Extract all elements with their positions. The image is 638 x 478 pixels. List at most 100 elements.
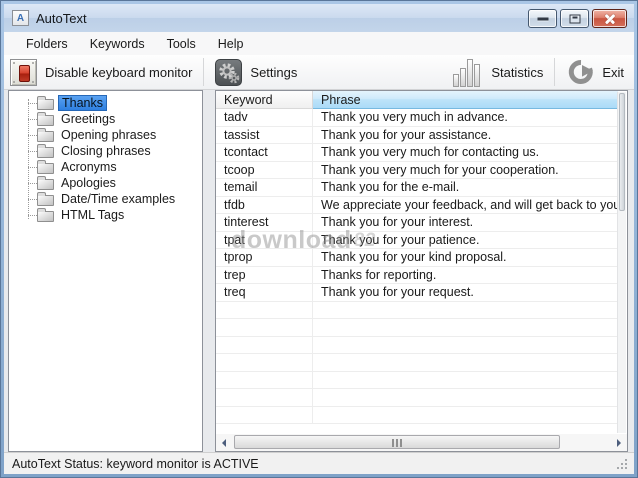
- keyword-cell: [216, 319, 313, 336]
- table-row-empty: [216, 336, 618, 354]
- folder-icon: [37, 95, 54, 110]
- sidebar-folder-item[interactable]: Greetings: [9, 111, 202, 127]
- toolbar-separator: [203, 58, 205, 86]
- app-icon: A: [12, 10, 29, 26]
- vertical-scrollbar[interactable]: [617, 92, 626, 433]
- phrase-cell: [313, 337, 618, 354]
- menu-tools[interactable]: Tools: [156, 32, 207, 55]
- sidebar-folder-item[interactable]: Opening phrases: [9, 127, 202, 143]
- title-bar[interactable]: A AutoText: [4, 4, 634, 32]
- menu-folders[interactable]: Folders: [15, 32, 79, 55]
- keyword-cell: temail: [216, 179, 313, 196]
- app-window: A AutoText Folders Keywords Tools Help D…: [0, 0, 638, 478]
- statistics-chart-icon[interactable]: [453, 58, 483, 87]
- tree-item-label: HTML Tags: [61, 208, 125, 222]
- keyword-cell: tcontact: [216, 144, 313, 161]
- column-header-keyword[interactable]: Keyword: [216, 91, 313, 109]
- restore-button[interactable]: [560, 9, 589, 28]
- folder-icon: [37, 175, 54, 190]
- phrase-cell: We appreciate your feedback, and will ge…: [321, 197, 618, 212]
- settings-button[interactable]: Settings: [250, 65, 297, 80]
- table-row-empty: [216, 354, 618, 372]
- keyword-cell: trep: [216, 266, 313, 283]
- sidebar-folder-item[interactable]: Thanks: [9, 95, 202, 111]
- sidebar-folder-item[interactable]: Closing phrases: [9, 143, 202, 159]
- minimize-icon: [537, 17, 548, 20]
- keyword-cell: tadv: [216, 109, 313, 126]
- phrase-cell: [313, 319, 618, 336]
- toolbar-separator: [554, 58, 556, 86]
- minimize-button[interactable]: [528, 9, 557, 28]
- keyword-cell: [216, 301, 313, 318]
- window-title: AutoText: [36, 10, 87, 26]
- phrase-cell: Thank you for your patience.: [321, 232, 480, 247]
- table-row[interactable]: tcoop Thank you very much for your coope…: [216, 161, 618, 179]
- toolbar: Disable keyboard monitor Settings Statis…: [4, 55, 634, 90]
- keyword-cell: [216, 336, 313, 353]
- tree-item-label: Apologies: [61, 176, 116, 190]
- phrase-cell: Thank you very much for your cooperation…: [321, 162, 559, 177]
- table-row[interactable]: tfdb We appreciate your feedback, and wi…: [216, 196, 618, 214]
- close-button[interactable]: [592, 9, 627, 28]
- settings-gear-icon[interactable]: [215, 58, 243, 86]
- folder-icon: [37, 127, 54, 142]
- horizontal-scrollbar-thumb[interactable]: [234, 435, 560, 449]
- phrase-cell: [313, 389, 618, 406]
- horizontal-scrollbar[interactable]: [216, 434, 627, 451]
- scroll-right-arrow[interactable]: [611, 434, 627, 451]
- table-row[interactable]: trep Thanks for reporting.: [216, 266, 618, 284]
- table-row[interactable]: treq Thank you for your request.: [216, 284, 618, 302]
- keyword-cell: tinterest: [216, 214, 313, 231]
- sidebar-folder-item[interactable]: Apologies: [9, 175, 202, 191]
- folder-icon: [37, 143, 54, 158]
- table-row-empty: [216, 301, 618, 319]
- table-row-empty: [216, 389, 618, 407]
- exit-button[interactable]: Exit: [602, 65, 624, 80]
- keyword-cell: tcoop: [216, 161, 313, 178]
- table-row[interactable]: tadv Thank you very much in advance.: [216, 109, 618, 127]
- table-row[interactable]: tcontact Thank you very much for contact…: [216, 144, 618, 162]
- tree-item-label: Thanks: [58, 95, 107, 111]
- sidebar-folder-item[interactable]: Date/Time examples: [9, 191, 202, 207]
- keyboard-monitor-toggle-icon[interactable]: [10, 58, 37, 86]
- status-bar: AutoText Status: keyword monitor is ACTI…: [4, 452, 634, 474]
- keyword-cell: [216, 354, 313, 371]
- scroll-left-arrow[interactable]: [216, 434, 232, 451]
- phrase-cell: [313, 302, 618, 319]
- table-row[interactable]: temail Thank you for the e-mail.: [216, 179, 618, 197]
- table-body: tadv Thank you very much in advance. tas…: [216, 109, 618, 434]
- table-row[interactable]: tpat Thank you for your patience.: [216, 231, 618, 249]
- folder-icon: [37, 159, 54, 174]
- table-row-empty: [216, 319, 618, 337]
- phrase-cell: Thank you very much for contacting us.: [321, 145, 540, 159]
- column-header-phrase[interactable]: Phrase: [313, 91, 618, 109]
- scrollbar-grip-icon: [392, 439, 394, 447]
- table-header-row: Keyword Phrase: [216, 91, 627, 109]
- menu-keywords[interactable]: Keywords: [79, 32, 156, 55]
- sidebar-folder-item[interactable]: Acronyms: [9, 159, 202, 175]
- tree-item-label: Opening phrases: [61, 128, 157, 142]
- disable-keyboard-monitor-button[interactable]: Disable keyboard monitor: [45, 65, 192, 80]
- vertical-scrollbar-thumb[interactable]: [619, 93, 625, 211]
- folder-tree-panel: Thanks Greetings Opening phrases Closing…: [8, 90, 203, 452]
- phrase-cell: [313, 372, 618, 389]
- sidebar-folder-item[interactable]: HTML Tags: [9, 207, 202, 223]
- table-row[interactable]: tinterest Thank you for your interest.: [216, 214, 618, 232]
- menu-help[interactable]: Help: [207, 32, 255, 55]
- statistics-button[interactable]: Statistics: [491, 65, 543, 80]
- resize-grip[interactable]: [617, 459, 628, 470]
- window-controls: [528, 9, 627, 28]
- keyword-cell: [216, 389, 313, 406]
- exit-arrow-icon[interactable]: [566, 58, 594, 86]
- table-row[interactable]: tassist Thank you for your assistance.: [216, 126, 618, 144]
- tree-item-label: Date/Time examples: [61, 192, 176, 206]
- keyword-cell: treq: [216, 284, 313, 301]
- horizontal-scrollbar-track[interactable]: [232, 434, 611, 451]
- keyword-cell: [216, 406, 313, 423]
- folder-icon: [37, 207, 54, 222]
- phrase-cell: Thank you for your request.: [321, 285, 474, 299]
- table-row[interactable]: tprop Thank you for your kind proposal.: [216, 249, 618, 267]
- phrase-cell: [313, 407, 618, 424]
- menu-bar: Folders Keywords Tools Help: [4, 32, 634, 55]
- phrase-cell: Thanks for reporting.: [321, 267, 437, 282]
